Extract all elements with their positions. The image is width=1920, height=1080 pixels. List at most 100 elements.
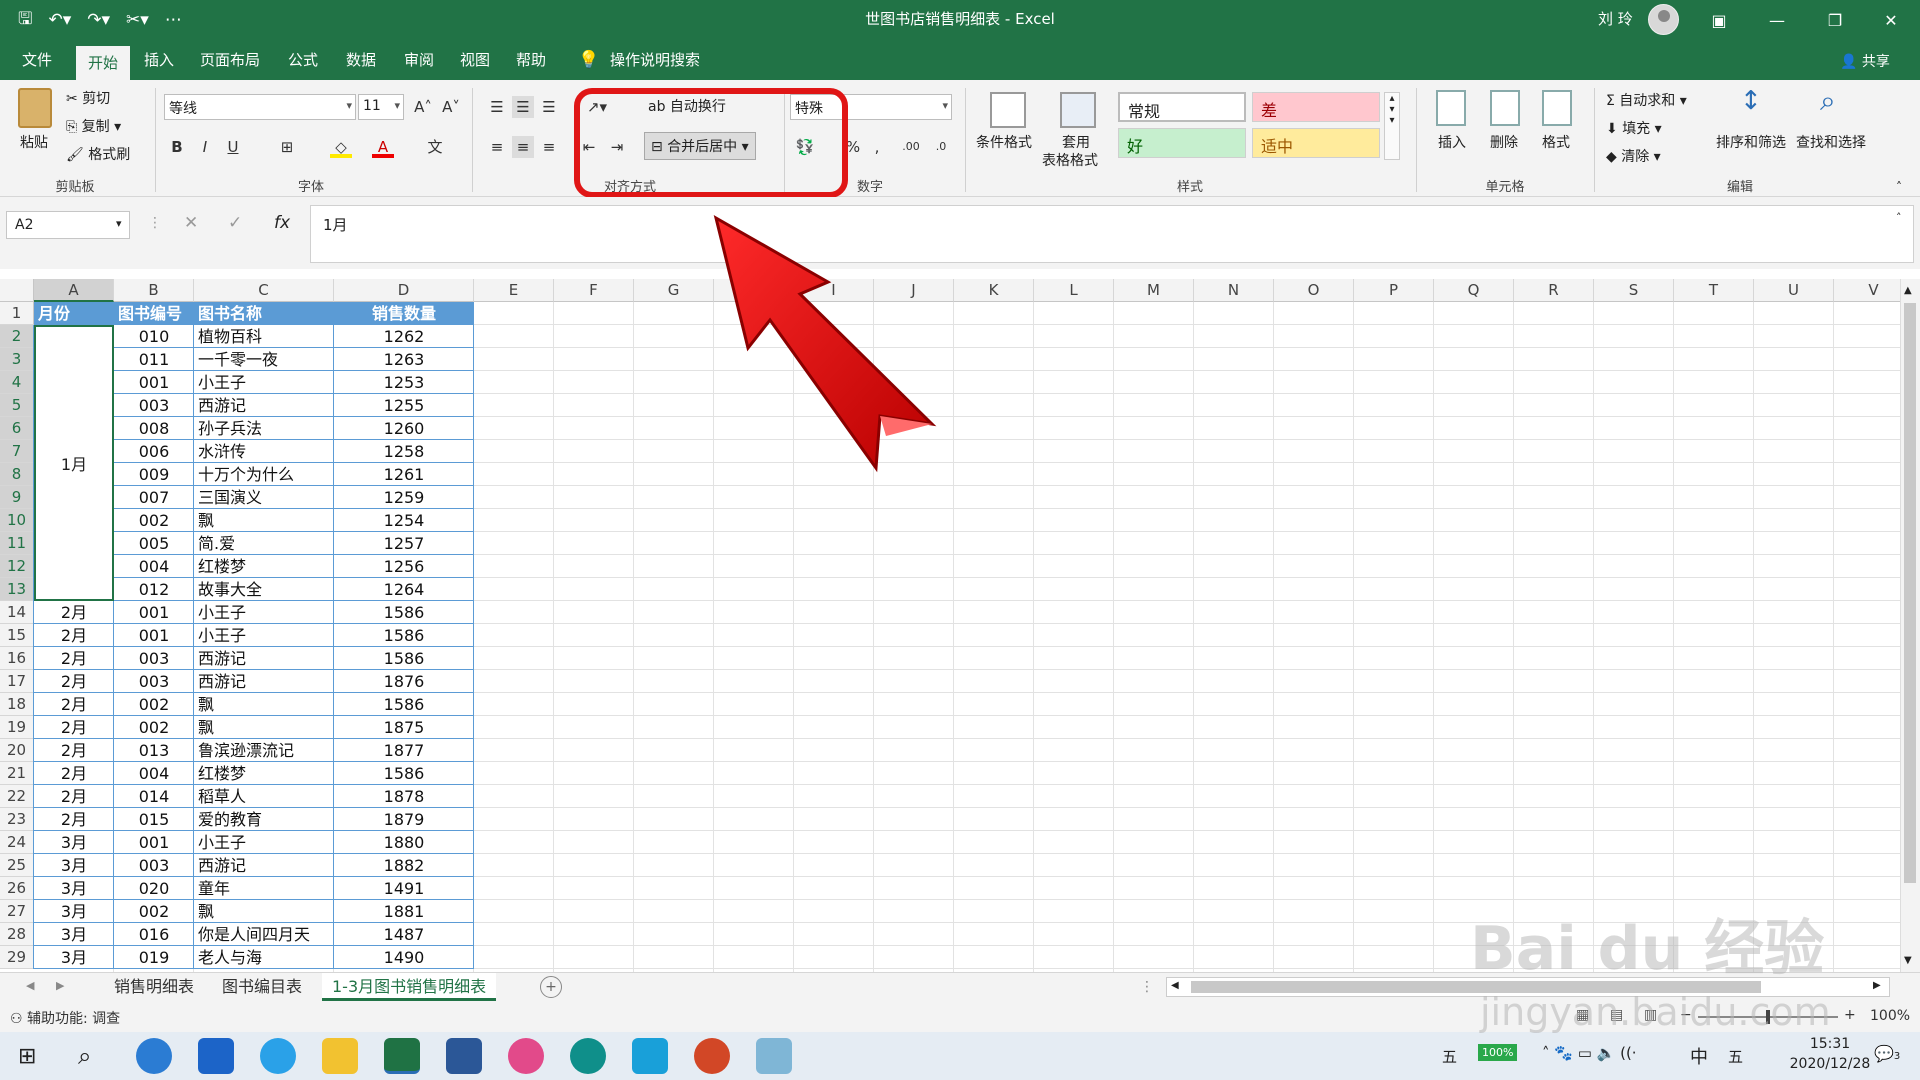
row-header[interactable]: 16: [0, 647, 34, 670]
cell-month[interactable]: 2月: [34, 693, 114, 716]
tell-me-search[interactable]: 操作说明搜索: [602, 40, 708, 80]
column-header[interactable]: L: [1034, 279, 1114, 302]
tab-split-handle[interactable]: ⋮: [1140, 979, 1154, 995]
cell-book-id[interactable]: 020: [114, 877, 194, 900]
cell-sales[interactable]: 1262: [334, 325, 474, 348]
header-book-id[interactable]: 图书编号: [114, 302, 194, 325]
tab-insert[interactable]: 插入: [136, 40, 182, 80]
row-header[interactable]: 25: [0, 854, 34, 877]
vertical-scrollbar[interactable]: ▲ ▼: [1900, 279, 1920, 972]
align-top-icon[interactable]: ☰: [486, 96, 508, 118]
column-header[interactable]: K: [954, 279, 1034, 302]
sheet-tab-q1-sales[interactable]: 1-3月图书销售明细表: [322, 973, 497, 1001]
sheet-tab-catalog[interactable]: 图书编目表: [212, 973, 312, 1001]
cell-sales[interactable]: 1877: [334, 739, 474, 762]
decrease-decimal-icon[interactable]: .0: [930, 136, 952, 158]
ime-language[interactable]: 中: [1690, 1043, 1708, 1069]
row-header[interactable]: 18: [0, 693, 34, 716]
excel-taskbar-icon[interactable]: [384, 1038, 420, 1074]
align-middle-icon[interactable]: ☰: [512, 96, 534, 118]
column-header[interactable]: D: [334, 279, 474, 302]
cell-sales[interactable]: 1586: [334, 647, 474, 670]
cell-month[interactable]: 3月: [34, 900, 114, 923]
ime-wubi-1[interactable]: 五: [1442, 1046, 1457, 1067]
underline-button[interactable]: U: [222, 136, 244, 158]
cell-book-name[interactable]: 小王子: [194, 624, 334, 647]
style-good[interactable]: 好: [1118, 128, 1246, 158]
cell-sales[interactable]: 1487: [334, 923, 474, 946]
collapse-ribbon-icon[interactable]: ˄: [1896, 180, 1902, 194]
fill-button[interactable]: ⬇ 填充 ▾: [1606, 118, 1662, 138]
cell-book-id[interactable]: 014: [114, 785, 194, 808]
search-icon[interactable]: ⌕: [78, 1042, 91, 1070]
cell-book-name[interactable]: 童年: [194, 877, 334, 900]
cell-book-name[interactable]: 故事大全: [194, 578, 334, 601]
cell-book-name[interactable]: 西游记: [194, 854, 334, 877]
cell-sales[interactable]: 1254: [334, 509, 474, 532]
header-sales[interactable]: 销售数量: [334, 302, 474, 325]
align-bottom-icon[interactable]: ☰: [538, 96, 560, 118]
cell-month[interactable]: 2月: [34, 762, 114, 785]
cell-book-id[interactable]: 001: [114, 624, 194, 647]
cell-book-name[interactable]: 红楼梦: [194, 555, 334, 578]
cell-sales[interactable]: 1490: [334, 946, 474, 969]
cell-month[interactable]: 3月: [34, 923, 114, 946]
edge-icon[interactable]: [570, 1038, 606, 1074]
cell-book-id[interactable]: 002: [114, 693, 194, 716]
tray-icons[interactable]: ˄ 🐾 ▭ 🔈 ((·: [1542, 1044, 1637, 1062]
cut-button[interactable]: ✂ 剪切: [66, 88, 110, 108]
cell-book-name[interactable]: 飘: [194, 716, 334, 739]
paint-icon[interactable]: [508, 1038, 544, 1074]
row-header[interactable]: 23: [0, 808, 34, 831]
fill-color-icon[interactable]: ◇: [330, 136, 352, 158]
cell-book-id[interactable]: 003: [114, 670, 194, 693]
cell-book-id[interactable]: 006: [114, 440, 194, 463]
row-header[interactable]: 8: [0, 463, 34, 486]
cell-book-name[interactable]: 孙子兵法: [194, 417, 334, 440]
format-as-table-icon[interactable]: [1060, 92, 1096, 128]
style-normal[interactable]: 常规: [1118, 92, 1246, 122]
column-header[interactable]: R: [1514, 279, 1594, 302]
cell-sales[interactable]: 1261: [334, 463, 474, 486]
cell-sales[interactable]: 1880: [334, 831, 474, 854]
cell-month[interactable]: 3月: [34, 877, 114, 900]
cell-book-id[interactable]: 015: [114, 808, 194, 831]
cell-month[interactable]: 3月: [34, 946, 114, 969]
row-header[interactable]: 12: [0, 555, 34, 578]
borders-icon[interactable]: ⊞: [276, 136, 298, 158]
cell-sales[interactable]: 1879: [334, 808, 474, 831]
name-box-dropdown-icon[interactable]: ▾: [116, 217, 122, 230]
format-cells-icon[interactable]: [1542, 90, 1572, 126]
clock-time[interactable]: 15:31: [1790, 1036, 1870, 1052]
row-header[interactable]: 15: [0, 624, 34, 647]
column-header[interactable]: Q: [1434, 279, 1514, 302]
cell-month[interactable]: 2月: [34, 601, 114, 624]
bold-button[interactable]: B: [166, 136, 188, 158]
scroll-left-icon[interactable]: ◀: [1171, 980, 1179, 991]
style-bad[interactable]: 差: [1252, 92, 1380, 122]
cell-sales[interactable]: 1878: [334, 785, 474, 808]
copy-button[interactable]: ⎘ 复制 ▾: [66, 116, 121, 136]
avatar[interactable]: [1648, 4, 1679, 35]
cell-month[interactable]: 3月: [34, 854, 114, 877]
word-icon[interactable]: [446, 1038, 482, 1074]
cell-book-name[interactable]: 鲁滨逊漂流记: [194, 739, 334, 762]
cell-book-id[interactable]: 019: [114, 946, 194, 969]
confirm-entry-icon[interactable]: ✓: [228, 213, 242, 233]
cell-book-name[interactable]: 小王子: [194, 371, 334, 394]
sort-filter-button[interactable]: 排序和筛选: [1716, 132, 1786, 152]
cell-book-name[interactable]: 十万个为什么: [194, 463, 334, 486]
row-header[interactable]: 3: [0, 348, 34, 371]
row-header[interactable]: 28: [0, 923, 34, 946]
row-header[interactable]: 7: [0, 440, 34, 463]
clock-date[interactable]: 2020/12/28: [1778, 1056, 1882, 1072]
row-header[interactable]: 24: [0, 831, 34, 854]
cell-sales[interactable]: 1586: [334, 693, 474, 716]
select-all-corner[interactable]: [0, 279, 34, 302]
cell-sales[interactable]: 1875: [334, 716, 474, 739]
cell-book-id[interactable]: 010: [114, 325, 194, 348]
row-header[interactable]: 20: [0, 739, 34, 762]
cell-book-id[interactable]: 002: [114, 716, 194, 739]
row-header[interactable]: 11: [0, 532, 34, 555]
cell-book-id[interactable]: 007: [114, 486, 194, 509]
